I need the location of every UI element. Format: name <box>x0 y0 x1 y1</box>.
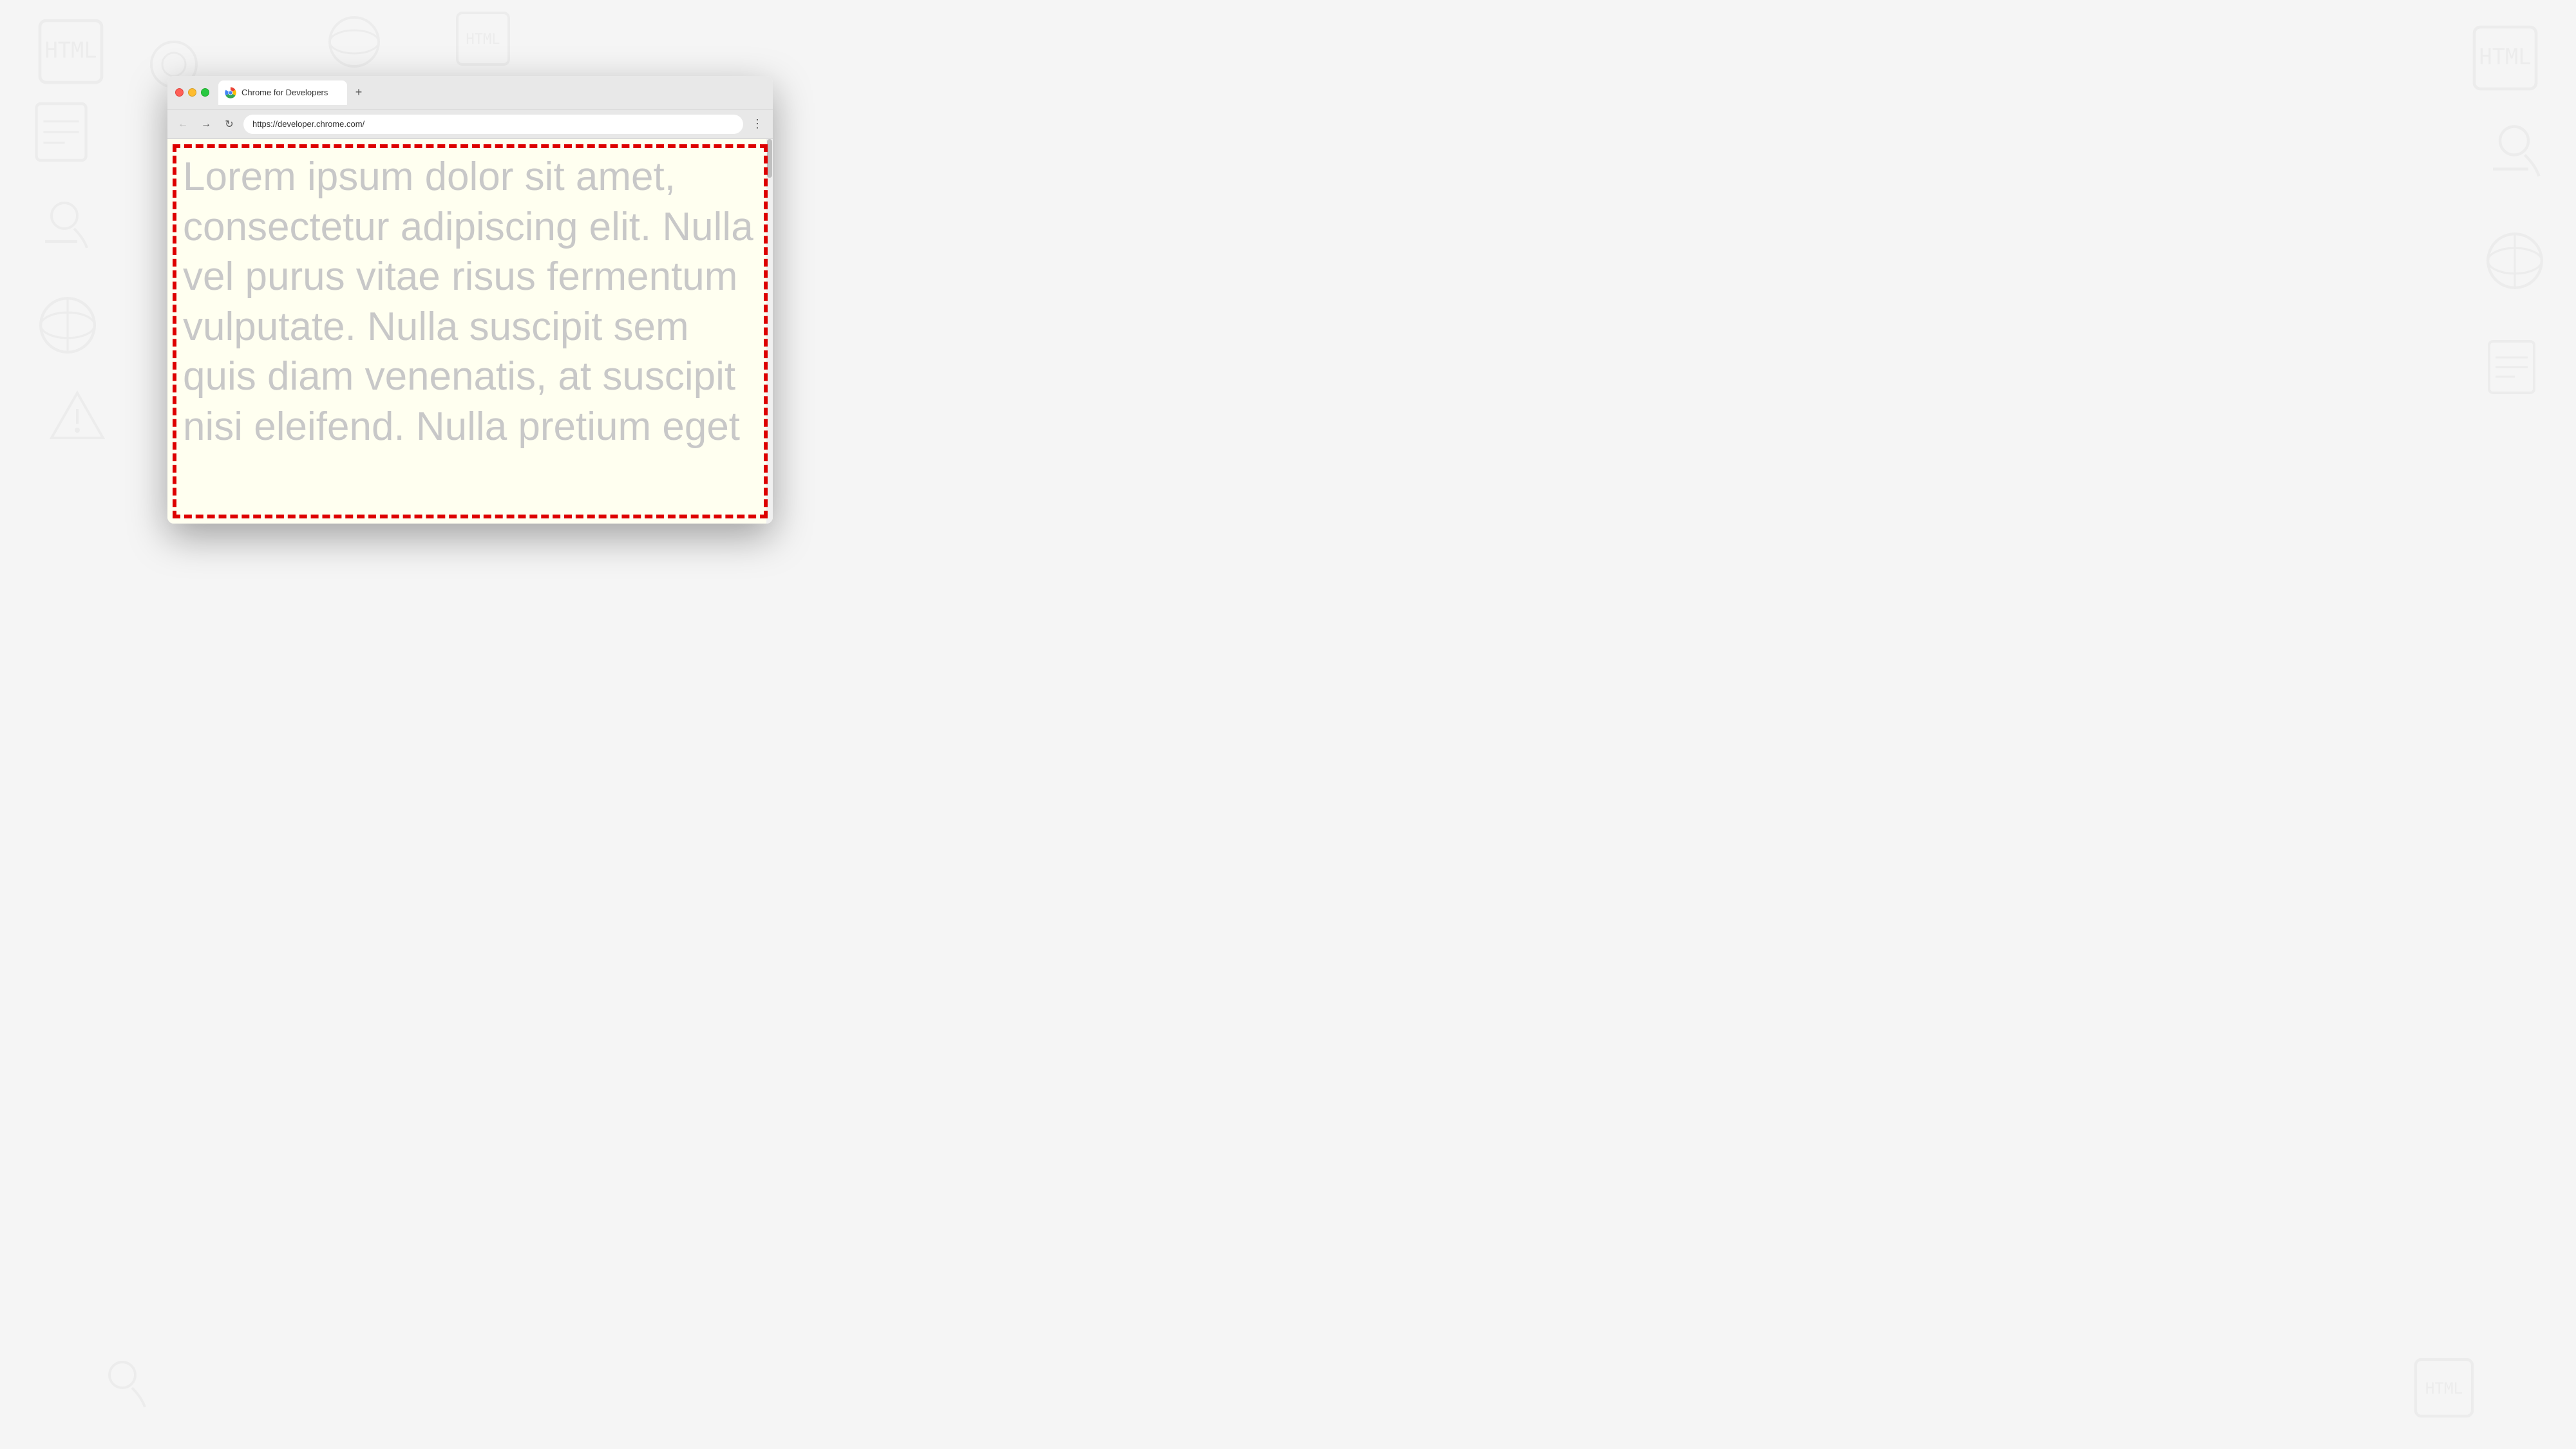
lorem-text: Lorem ipsum dolor sit amet, consectetur … <box>167 139 773 464</box>
reload-icon: ↻ <box>225 118 233 131</box>
scrollbar-thumb[interactable] <box>767 139 772 178</box>
close-button[interactable] <box>175 88 184 97</box>
svg-text:HTML: HTML <box>45 38 97 63</box>
svg-text:HTML: HTML <box>2479 44 2532 70</box>
browser-menu-button[interactable]: ⋮ <box>748 115 766 133</box>
svg-text:HTML: HTML <box>466 32 500 48</box>
reload-button[interactable]: ↻ <box>220 115 238 133</box>
back-button[interactable]: ← <box>174 115 192 133</box>
address-bar-input[interactable] <box>243 115 743 134</box>
bg-icon-r4 <box>2479 335 2544 399</box>
bg-icon-b1 <box>97 1352 161 1417</box>
address-bar-row: ← → ↻ ⋮ <box>167 109 773 139</box>
bg-icon-t1: HTML <box>451 6 515 71</box>
bg-icon-5 <box>32 290 103 361</box>
new-tab-button[interactable]: + <box>350 84 368 102</box>
chrome-favicon <box>225 87 236 99</box>
forward-button[interactable]: → <box>197 115 215 133</box>
bg-icon-r2 <box>2486 116 2557 187</box>
title-bar: Chrome for Developers + <box>167 76 773 109</box>
bg-icon-4 <box>39 193 103 258</box>
traffic-lights <box>175 88 209 97</box>
forward-icon: → <box>201 118 211 130</box>
svg-text:HTML: HTML <box>2425 1379 2463 1397</box>
bg-icon-1: HTML <box>32 13 109 90</box>
tab-title: Chrome for Developers <box>242 88 338 97</box>
browser-tab[interactable]: Chrome for Developers <box>218 80 347 105</box>
bg-icon-t2 <box>322 10 386 74</box>
bg-icon-b2: HTML <box>2409 1352 2479 1423</box>
bg-icon-r3 <box>2479 225 2550 296</box>
menu-icon: ⋮ <box>752 117 763 131</box>
minimize-button[interactable] <box>188 88 196 97</box>
tab-area: Chrome for Developers + <box>218 80 765 105</box>
bg-icon-r1: HTML <box>2467 19 2544 97</box>
maximize-button[interactable] <box>201 88 209 97</box>
scrollbar[interactable] <box>766 139 773 524</box>
bg-icon-6 <box>45 386 109 451</box>
back-icon: ← <box>178 118 188 130</box>
browser-window: Chrome for Developers + ← → ↻ ⋮ Lorem ip… <box>167 76 773 524</box>
page-content: Lorem ipsum dolor sit amet, consectetur … <box>167 139 773 524</box>
bg-icon-3 <box>26 97 97 167</box>
